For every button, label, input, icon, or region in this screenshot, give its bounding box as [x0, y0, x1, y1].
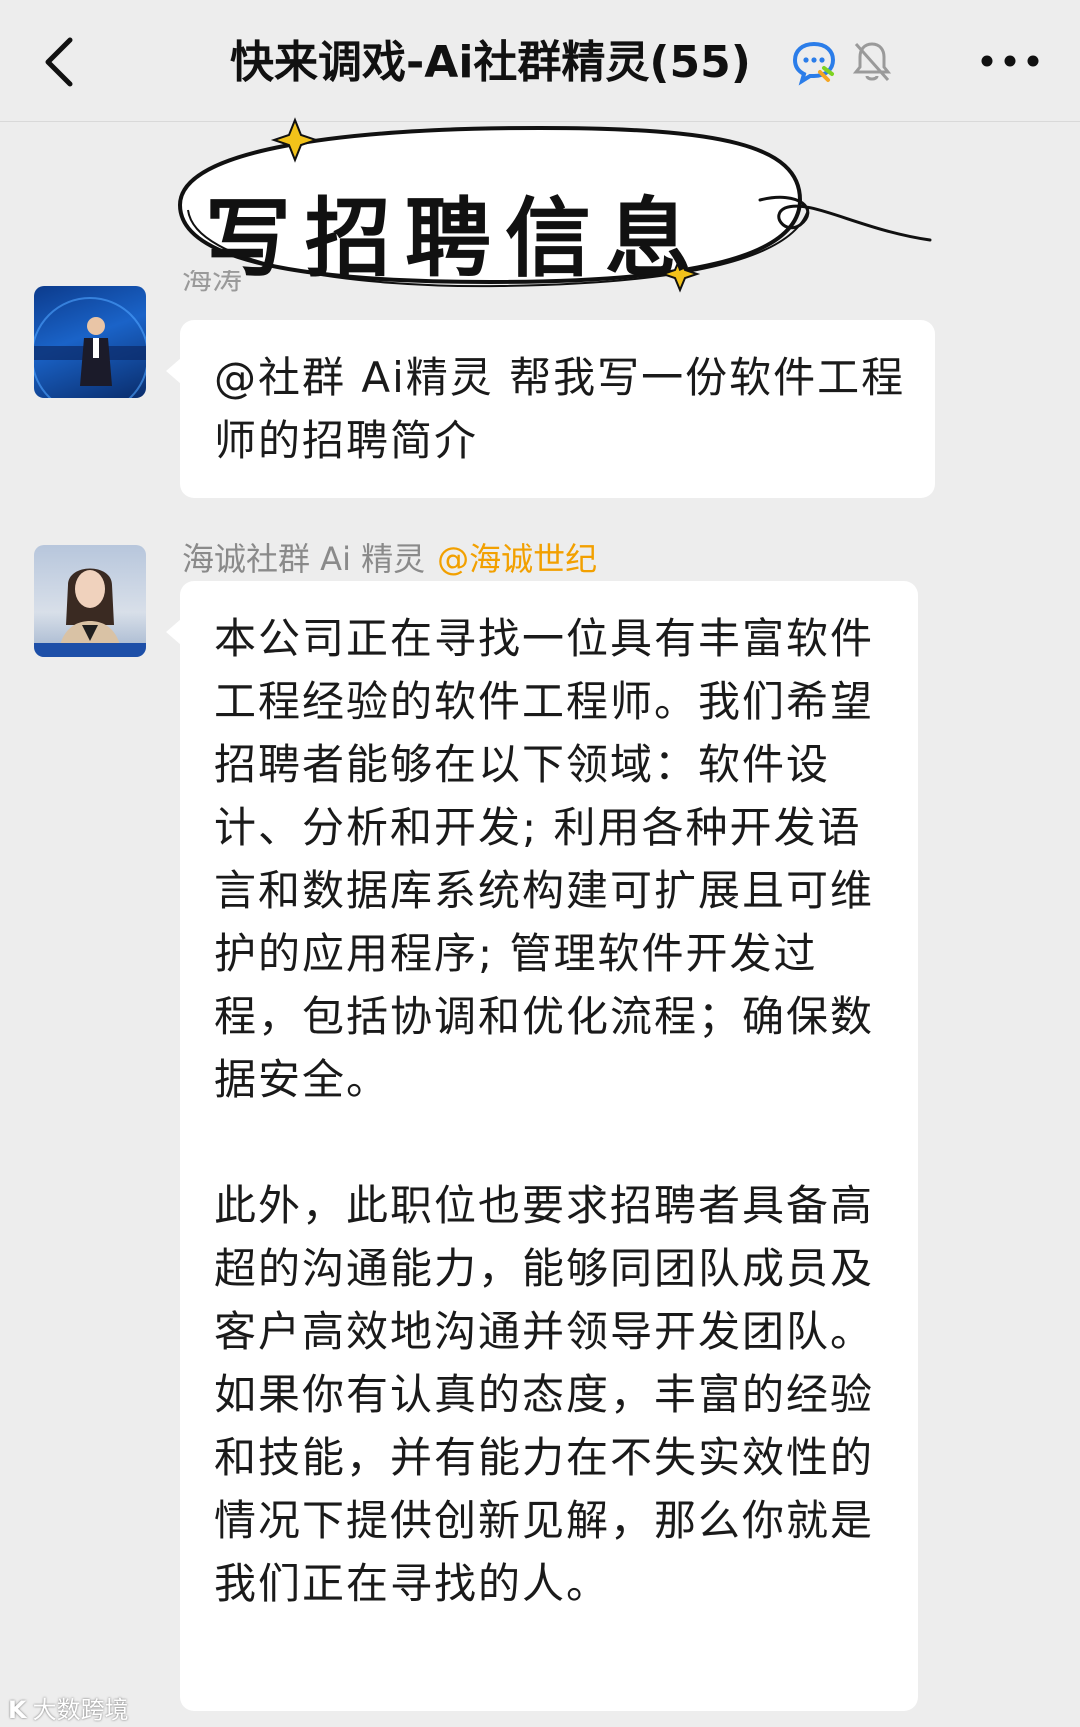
- more-dots-icon: [981, 55, 1039, 67]
- sender-name: 海涛: [182, 270, 242, 297]
- sender-name: 海诚社群 Ai 精灵: [182, 540, 426, 578]
- chat-bubble-icon[interactable]: [790, 38, 838, 86]
- message-text: @社群 Ai精灵 帮我写一份软件工程师的招聘简介: [214, 353, 906, 465]
- message-text: 本公司正在寻找一位具有丰富软件工程经验的软件工程师。我们希望招聘者能够在以下领域…: [214, 607, 894, 1615]
- back-button[interactable]: [36, 30, 96, 94]
- back-chevron-icon: [45, 37, 73, 87]
- message-paragraph: 此外，此职位也要求招聘者具备高超的沟通能力，能够同团队成员及客户高效地沟通并领导…: [214, 1181, 875, 1608]
- chat-title: 快来调戏-Ai社群精灵(55): [230, 37, 751, 88]
- message-bubble[interactable]: 本公司正在寻找一位具有丰富软件工程经验的软件工程师。我们希望招聘者能够在以下领域…: [166, 581, 918, 1711]
- top-bar: 快来调戏-Ai社群精灵(55): [0, 0, 1080, 122]
- more-options-button[interactable]: [975, 36, 1045, 86]
- message-paragraph: 本公司正在寻找一位具有丰富软件工程经验的软件工程师。我们希望招聘者能够在以下领域…: [214, 614, 875, 1104]
- sender-name-line: 海诚社群 Ai 精灵 @海诚世纪: [182, 534, 597, 580]
- banner-title: 写招聘信息: [205, 188, 705, 289]
- mention-tag[interactable]: @海诚世纪: [437, 540, 597, 578]
- watermark-text: 大数跨境: [32, 1696, 129, 1724]
- mute-bell-icon: [852, 40, 892, 84]
- message-bubble[interactable]: @社群 Ai精灵 帮我写一份软件工程师的招聘简介: [166, 320, 935, 498]
- watermark-logo: K: [8, 1696, 27, 1724]
- avatar[interactable]: [34, 286, 146, 398]
- avatar[interactable]: [34, 545, 146, 657]
- watermark: K 大数跨境: [8, 1690, 129, 1725]
